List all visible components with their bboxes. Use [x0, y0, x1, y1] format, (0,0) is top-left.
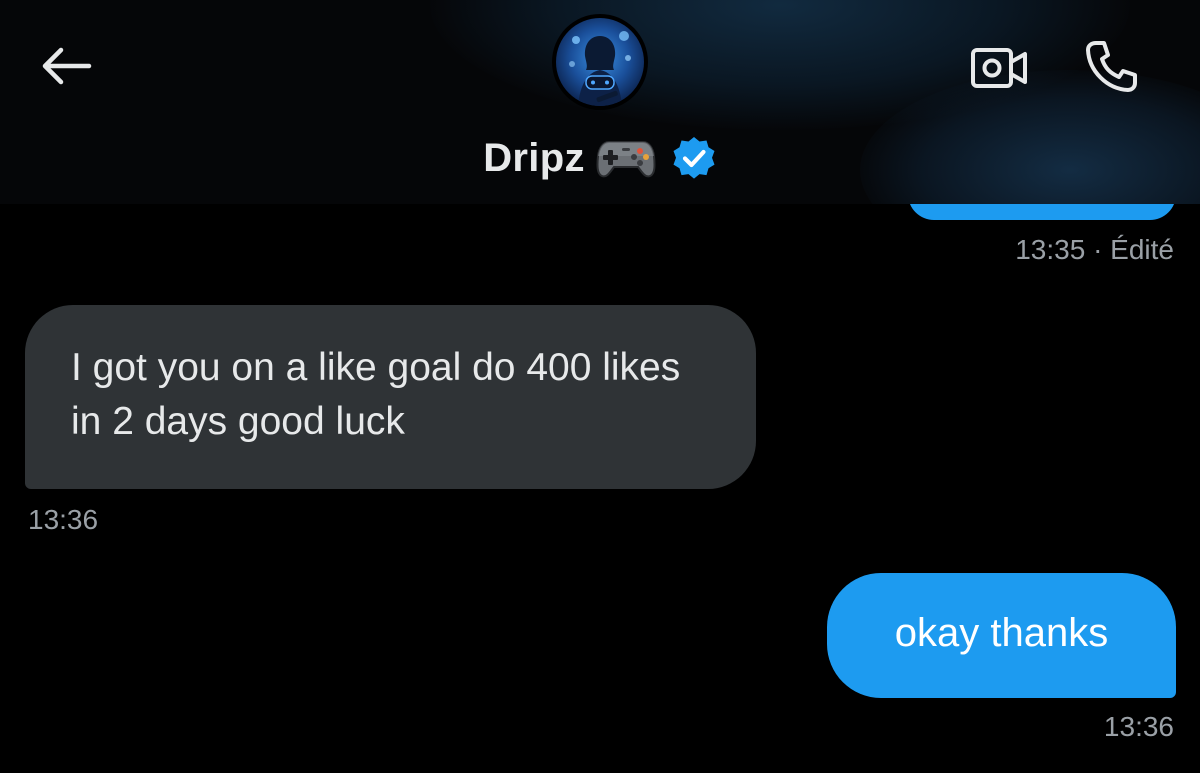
conversation-header: Dripz [0, 0, 1200, 204]
message-timestamp: 13:36 [1103, 711, 1174, 742]
contact-title-row[interactable]: Dripz [0, 126, 1200, 190]
video-game-controller-icon [596, 141, 656, 178]
avatar-image [556, 18, 644, 106]
arrow-left-icon [42, 47, 92, 85]
video-call-button[interactable] [966, 40, 1032, 96]
back-button[interactable] [36, 40, 96, 92]
voice-call-button[interactable] [1078, 34, 1144, 98]
message-timestamp: 13:35 · Édité [1015, 234, 1174, 265]
sent-message-bubble[interactable]: okay thanks [827, 573, 1176, 698]
contact-avatar[interactable] [552, 14, 648, 110]
contact-name: Dripz [483, 135, 585, 180]
verified-check-icon [673, 137, 715, 179]
video-camera-icon [971, 48, 1027, 88]
message-timestamp: 13:36 [28, 504, 99, 535]
received-message-bubble[interactable]: I got you on a like goal do 400 likes in… [25, 305, 756, 489]
message-text: okay thanks [894, 611, 1109, 655]
phone-icon [1086, 41, 1137, 92]
message-text: I got you on a like goal do 400 likes in… [71, 346, 681, 443]
